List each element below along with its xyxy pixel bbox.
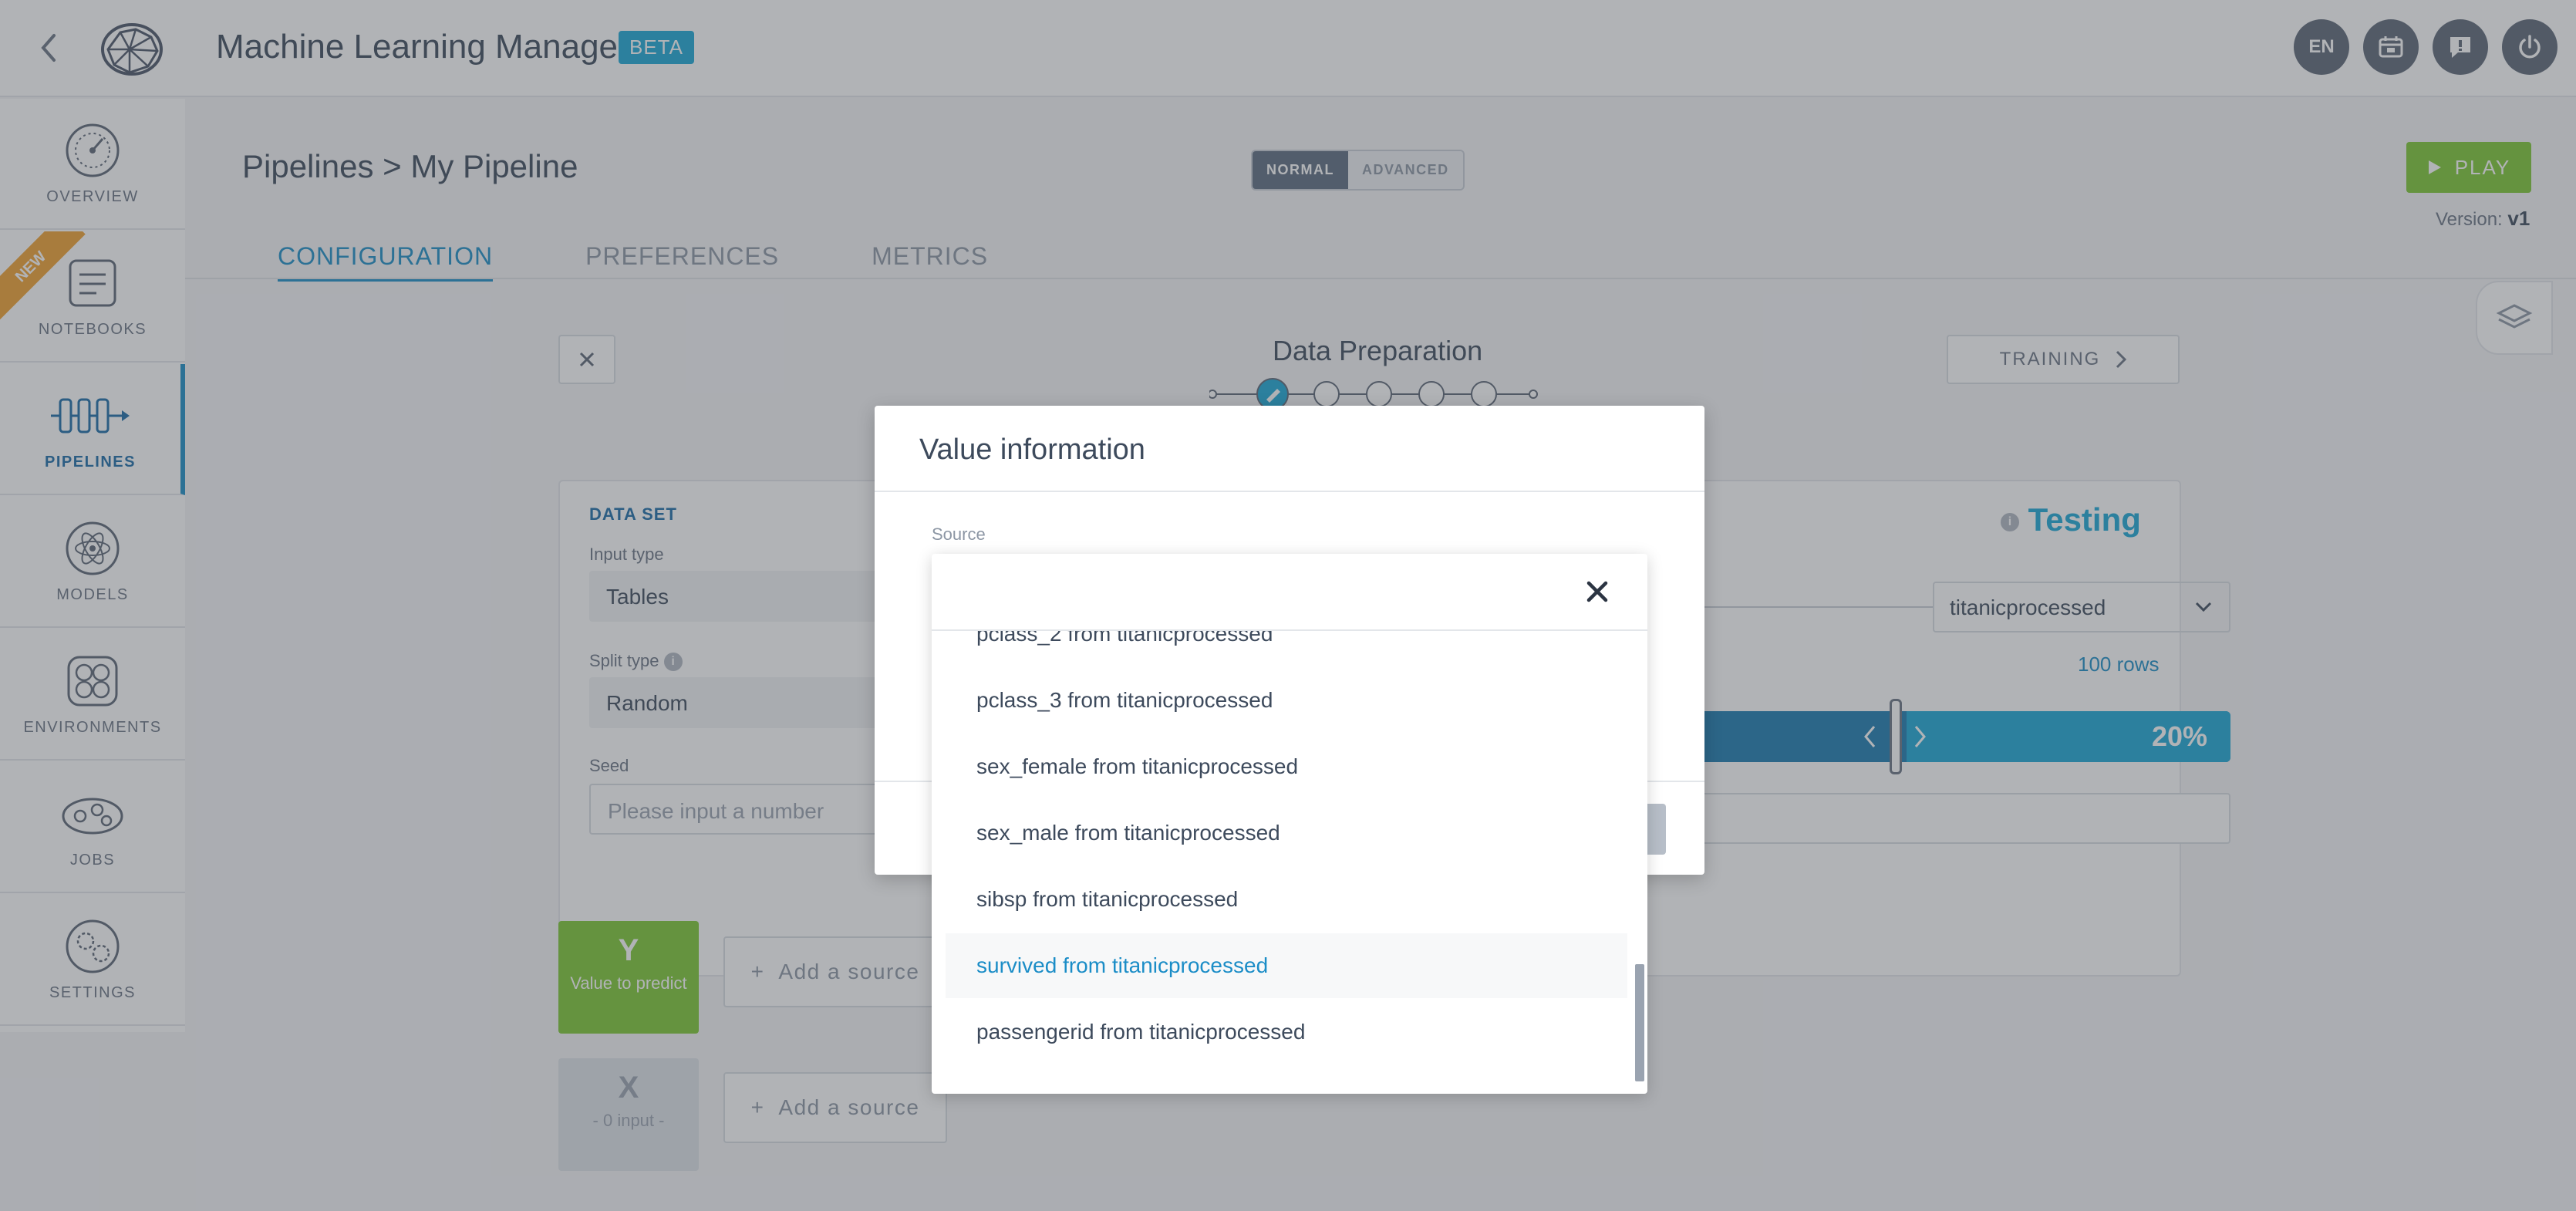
source-option-list: pclass_2 from titanicprocessed pclass_3 … xyxy=(932,631,1629,1094)
source-option[interactable]: passengerid from titanicprocessed xyxy=(946,1000,1627,1064)
source-label: Source xyxy=(932,525,986,544)
source-search-input[interactable] xyxy=(932,554,1647,631)
source-option[interactable]: pclass_2 from titanicprocessed xyxy=(946,631,1627,666)
source-dropdown: pclass_2 from titanicprocessed pclass_3 … xyxy=(932,554,1647,1094)
source-option-highlighted[interactable]: survived from titanicprocessed xyxy=(946,933,1627,998)
modal-divider xyxy=(875,491,1704,492)
source-option[interactable]: sibsp from titanicprocessed xyxy=(946,867,1627,932)
source-option[interactable]: sex_female from titanicprocessed xyxy=(946,734,1627,799)
source-option[interactable]: pclass_3 from titanicprocessed xyxy=(946,668,1627,733)
modal-title: Value information xyxy=(919,433,1145,466)
close-icon[interactable] xyxy=(1580,574,1615,609)
scrollbar-thumb[interactable] xyxy=(1635,964,1644,1081)
source-option[interactable]: sex_male from titanicprocessed xyxy=(946,801,1627,865)
